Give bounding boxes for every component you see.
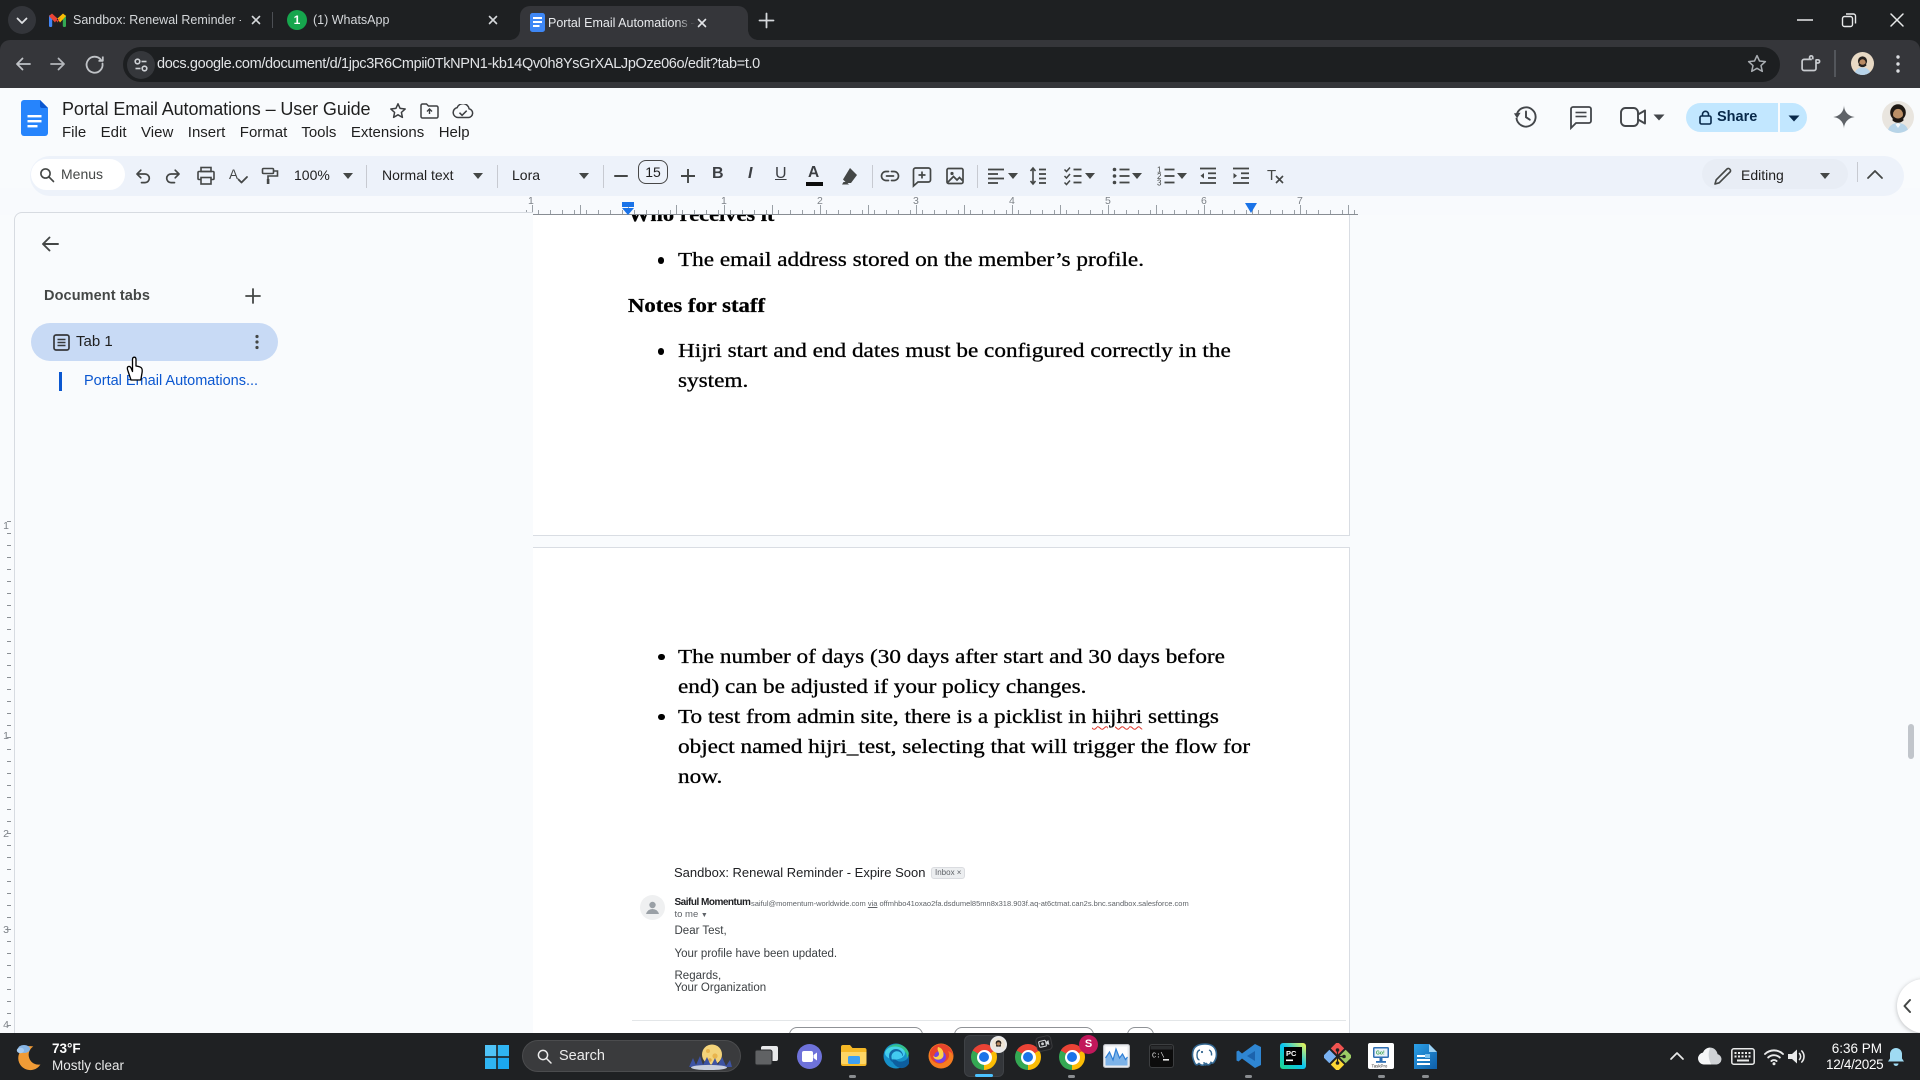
svg-text:PC: PC <box>1286 1049 1297 1058</box>
svg-text:C:\: C:\ <box>1152 1053 1165 1061</box>
svg-text:Go!: Go! <box>1376 1051 1385 1057</box>
svg-text:T: T <box>1267 167 1276 184</box>
svg-text:3: 3 <box>1157 179 1162 188</box>
svg-text:TaskPro: TaskPro <box>1372 1064 1388 1069</box>
svg-text:A: A <box>229 167 238 182</box>
